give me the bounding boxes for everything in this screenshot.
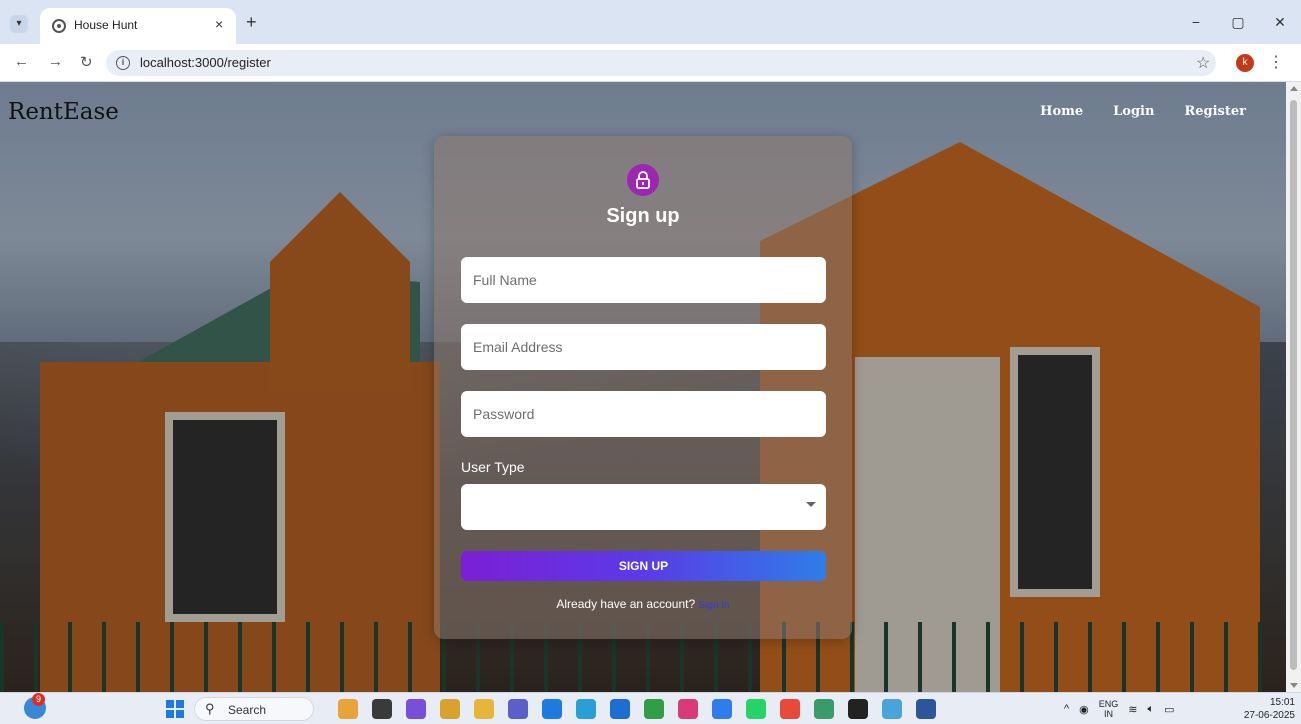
scroll-up-icon[interactable] — [1290, 86, 1298, 91]
lock-icon — [636, 171, 650, 189]
wifi-icon[interactable]: ≋ — [1128, 703, 1137, 716]
favicon-icon — [52, 19, 66, 33]
browser-tab[interactable]: House Hunt × — [40, 8, 236, 44]
tray-chevron-icon[interactable]: ^ — [1064, 703, 1069, 715]
taskbar-app-icon[interactable] — [712, 699, 732, 719]
dropdown-arrow-icon — [806, 502, 816, 507]
restore-button[interactable]: ▢ — [1217, 0, 1259, 44]
tab-close-icon[interactable]: × — [215, 16, 223, 32]
nav-link-register[interactable]: Register — [1184, 104, 1246, 119]
language-region: IN — [1104, 709, 1114, 719]
password-input[interactable] — [461, 391, 826, 437]
top-nav: Home Login Register — [1040, 104, 1246, 119]
minimize-button[interactable]: − — [1175, 0, 1217, 44]
signup-button[interactable]: SIGN UP — [461, 551, 826, 581]
url-bar[interactable]: i localhost:3000/register — [106, 50, 1216, 76]
signup-title: Sign up — [606, 205, 680, 227]
taskbar-app-icon[interactable] — [372, 699, 392, 719]
tab-search-icon[interactable]: ▾ — [10, 15, 28, 33]
clock-date: 27-06-2025 — [1243, 710, 1295, 721]
taskbar-app-icon[interactable] — [338, 699, 358, 719]
language-indicator[interactable]: ENG IN — [1099, 699, 1119, 719]
nav-link-home[interactable]: Home — [1040, 104, 1083, 119]
address-bar-row: ← → ↻ i localhost:3000/register ☆ ⋮ — [0, 44, 1301, 82]
brand-logo[interactable]: RentEase — [8, 99, 119, 125]
reload-icon[interactable]: ↻ — [80, 53, 93, 71]
taskbar-app-icon[interactable] — [746, 699, 766, 719]
signin-prompt-line: Already have an account? Sign In — [434, 597, 852, 611]
taskbar-app-icon[interactable] — [474, 699, 494, 719]
taskbar-app-icon[interactable] — [440, 699, 460, 719]
taskbar-app-icon[interactable] — [644, 699, 664, 719]
browser-tab-bar: ▾ House Hunt × + − ▢ ✕ — [0, 0, 1301, 44]
search-icon: ⚲ — [205, 701, 215, 716]
taskbar-app-icon[interactable] — [916, 699, 936, 719]
back-arrow-icon[interactable]: ← — [14, 53, 29, 70]
taskbar-app-icon[interactable] — [780, 699, 800, 719]
user-type-label: User Type — [461, 459, 525, 475]
scroll-thumb[interactable] — [1290, 100, 1297, 670]
signin-prompt: Already have an account? — [556, 597, 696, 611]
taskbar-clock[interactable]: 15:01 27-06-2025 — [1244, 696, 1295, 722]
page-background: RentEase Home Login Register Sign up Use… — [0, 82, 1286, 692]
browser-menu-icon[interactable]: ⋮ — [1268, 52, 1284, 72]
language-code: ENG — [1098, 699, 1119, 709]
user-type-select[interactable] — [461, 484, 826, 530]
taskbar-app-icon[interactable] — [678, 699, 698, 719]
site-info-icon[interactable]: i — [116, 56, 130, 70]
forward-arrow-icon[interactable]: → — [48, 53, 63, 70]
scroll-down-icon[interactable] — [1290, 683, 1298, 688]
signup-card: Sign up User Type SIGN UP Already have a… — [434, 136, 852, 639]
taskbar-apps — [338, 699, 936, 719]
nav-link-login[interactable]: Login — [1113, 104, 1154, 119]
profile-avatar[interactable]: k — [1236, 54, 1254, 72]
taskbar-app-icon[interactable] — [576, 699, 596, 719]
full-name-input[interactable] — [461, 257, 826, 303]
taskbar-app-icon[interactable] — [882, 699, 902, 719]
taskbar-app-icon[interactable] — [848, 699, 868, 719]
battery-icon[interactable]: ▭ — [1164, 703, 1174, 716]
windows-taskbar: 9 ⚲ Search ^ ◉ ENG IN ≋ 🔈︎ ▭ 15:01 27-06… — [0, 692, 1301, 724]
taskbar-app-icon[interactable] — [542, 699, 562, 719]
bookmark-star-icon[interactable]: ☆ — [1196, 53, 1210, 73]
email-input[interactable] — [461, 324, 826, 370]
page-scrollbar[interactable] — [1286, 82, 1301, 692]
url-text: localhost:3000/register — [140, 55, 271, 70]
taskbar-app-icon[interactable] — [610, 699, 630, 719]
notification-badge: 9 — [32, 693, 45, 706]
tab-title: House Hunt — [74, 18, 138, 32]
taskbar-app-icon[interactable] — [406, 699, 426, 719]
tray-network-app-icon[interactable]: ◉ — [1079, 703, 1089, 716]
new-tab-button[interactable]: + — [246, 12, 257, 33]
close-window-button[interactable]: ✕ — [1259, 0, 1301, 44]
system-tray: ^ ◉ ENG IN ≋ 🔈︎ ▭ — [1064, 699, 1175, 719]
taskbar-search[interactable]: ⚲ Search — [194, 697, 314, 721]
taskbar-app-icon[interactable] — [814, 699, 834, 719]
lock-avatar — [627, 164, 659, 196]
taskbar-search-label: Search — [228, 703, 267, 717]
volume-icon[interactable]: 🔈︎ — [1148, 703, 1155, 716]
clock-time: 15:01 — [1269, 697, 1295, 708]
taskbar-app-icon[interactable] — [508, 699, 528, 719]
start-menu-icon[interactable] — [166, 700, 184, 718]
signin-link[interactable]: Sign In — [698, 600, 729, 611]
window-controls: − ▢ ✕ — [1175, 0, 1301, 44]
